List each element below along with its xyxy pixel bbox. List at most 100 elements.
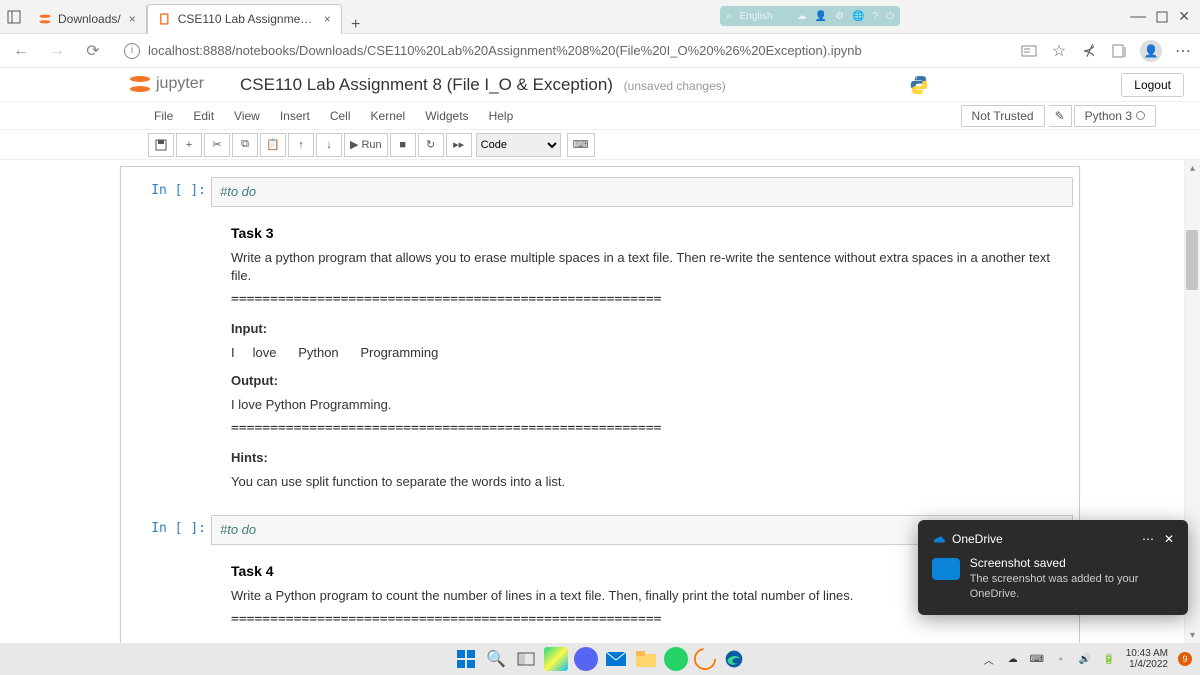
prompt: In [ ]: bbox=[121, 177, 211, 207]
favorite-icon[interactable]: ☆ bbox=[1050, 42, 1068, 60]
kernel-status-icon bbox=[1136, 111, 1145, 120]
app-explorer[interactable] bbox=[634, 647, 658, 671]
toast-menu-icon[interactable]: ⋯ bbox=[1142, 532, 1156, 546]
onedrive-icon bbox=[932, 532, 946, 546]
reader-icon[interactable] bbox=[1020, 42, 1038, 60]
jupyter-favicon bbox=[38, 12, 52, 26]
toast-app-name: OneDrive bbox=[952, 532, 1003, 546]
run-button[interactable]: ▶ Run bbox=[344, 133, 388, 157]
menu-icon[interactable]: ⋯ bbox=[1174, 42, 1192, 60]
close-icon[interactable]: × bbox=[324, 12, 331, 26]
chevron-up-icon[interactable]: ︿ bbox=[982, 652, 996, 666]
menu-file[interactable]: File bbox=[144, 109, 183, 123]
logout-button[interactable]: Logout bbox=[1121, 73, 1184, 97]
trust-button[interactable]: Not Trusted bbox=[961, 105, 1045, 127]
site-info-icon[interactable]: i bbox=[124, 43, 140, 59]
collections-icon[interactable] bbox=[1110, 42, 1128, 60]
app-spotify[interactable] bbox=[694, 648, 716, 670]
markdown-cell[interactable]: Task 3 Write a python program that allow… bbox=[121, 211, 1079, 511]
translate-label: English bbox=[740, 11, 773, 22]
globe-icon: 🌐 bbox=[852, 11, 864, 22]
copy-button[interactable]: ⧉ bbox=[232, 133, 258, 157]
move-down-button[interactable]: ↓ bbox=[316, 133, 342, 157]
save-button[interactable] bbox=[148, 133, 174, 157]
cut-button[interactable]: ✂ bbox=[204, 133, 230, 157]
notebook-title[interactable]: CSE110 Lab Assignment 8 (File I_O & Exce… bbox=[240, 75, 613, 94]
menu-help[interactable]: Help bbox=[479, 109, 524, 123]
move-up-button[interactable]: ↑ bbox=[288, 133, 314, 157]
toast-title: Screenshot saved bbox=[970, 556, 1174, 570]
tab-strip: Downloads/ × CSE110 Lab Assignment 8 (Fi… bbox=[28, 0, 1120, 34]
add-cell-button[interactable]: + bbox=[176, 133, 202, 157]
menu-edit[interactable]: Edit bbox=[183, 109, 224, 123]
prompt: In [ ]: bbox=[121, 515, 211, 545]
scroll-thumb[interactable] bbox=[1186, 230, 1198, 290]
app-pycharm[interactable] bbox=[544, 647, 568, 671]
favorites-bar-icon[interactable]: ⊀ bbox=[1080, 42, 1098, 60]
start-button[interactable] bbox=[454, 647, 478, 671]
python-icon bbox=[908, 74, 930, 96]
volume-icon[interactable]: 🔊 bbox=[1078, 652, 1092, 666]
jupyter-logo[interactable]: jupyter bbox=[130, 74, 204, 94]
close-window-icon[interactable]: ✕ bbox=[1178, 8, 1190, 25]
app-edge[interactable] bbox=[722, 647, 746, 671]
task-heading: Task 3 bbox=[231, 225, 1063, 241]
notebook-favicon bbox=[158, 12, 172, 26]
run-all-button[interactable]: ▸▸ bbox=[446, 133, 472, 157]
search-button[interactable]: 🔍 bbox=[484, 647, 508, 671]
scroll-up-icon[interactable]: ▴ bbox=[1185, 160, 1200, 176]
unsaved-indicator: (unsaved changes) bbox=[624, 79, 726, 93]
translate-bar[interactable]: ⌕ English ☁ 👤 ⚙ 🌐 ? ⏻ bbox=[720, 6, 900, 26]
clock[interactable]: 10:43 AM 1/4/2022 bbox=[1126, 648, 1168, 670]
translate-icon: ⌕ bbox=[726, 11, 732, 22]
toast-close-icon[interactable]: ✕ bbox=[1164, 532, 1174, 546]
task-view-button[interactable] bbox=[514, 647, 538, 671]
cell-type-select[interactable]: Code bbox=[476, 133, 561, 157]
output-label: Output: bbox=[231, 372, 1063, 390]
onedrive-tray-icon[interactable]: ☁ bbox=[1006, 652, 1020, 666]
menu-insert[interactable]: Insert bbox=[270, 109, 320, 123]
cloud-icon: ☁ bbox=[797, 11, 807, 22]
profile-avatar[interactable]: 👤 bbox=[1140, 40, 1162, 62]
code-input[interactable]: #to do bbox=[211, 177, 1073, 207]
task-hint: You can use split function to separate t… bbox=[231, 473, 1063, 491]
wifi-icon[interactable]: ◦ bbox=[1054, 652, 1068, 666]
minimize-icon[interactable]: — bbox=[1130, 8, 1146, 26]
app-discord[interactable] bbox=[574, 647, 598, 671]
keyboard-tray-icon[interactable]: ⌨ bbox=[1030, 652, 1044, 666]
kernel-indicator[interactable]: Python 3 bbox=[1074, 105, 1156, 127]
tab-notebook[interactable]: CSE110 Lab Assignment 8 (File I_ × bbox=[147, 4, 342, 34]
new-tab-button[interactable]: + bbox=[342, 16, 370, 34]
edit-trust-icon[interactable]: ✎ bbox=[1049, 105, 1072, 127]
tab-downloads[interactable]: Downloads/ × bbox=[28, 4, 147, 34]
jupyter-brand: jupyter bbox=[156, 75, 204, 93]
restart-button[interactable]: ↻ bbox=[418, 133, 444, 157]
command-palette-button[interactable]: ⌨ bbox=[567, 133, 595, 157]
notification-badge[interactable]: 9 bbox=[1178, 652, 1192, 666]
address-bar[interactable]: i localhost:8888/notebooks/Downloads/CSE… bbox=[116, 43, 1010, 59]
menu-cell[interactable]: Cell bbox=[320, 109, 361, 123]
taskbar: 🔍 ︿ ☁ ⌨ ◦ 🔊 🔋 10:43 AM 1/4/2022 9 bbox=[0, 643, 1200, 675]
menu-widgets[interactable]: Widgets bbox=[415, 109, 478, 123]
task-input: I love Python Programming bbox=[231, 344, 1063, 362]
clock-date: 1/4/2022 bbox=[1126, 659, 1168, 670]
menu-kernel[interactable]: Kernel bbox=[361, 109, 416, 123]
paste-button[interactable]: 📋 bbox=[260, 133, 286, 157]
panel-toggle-icon[interactable] bbox=[0, 3, 28, 31]
back-button[interactable]: ← bbox=[8, 38, 34, 64]
menu-view[interactable]: View bbox=[224, 109, 270, 123]
refresh-button[interactable]: ⟳ bbox=[80, 38, 106, 64]
task-output: I love Python Programming. bbox=[231, 396, 1063, 414]
power-icon: ⏻ bbox=[886, 11, 894, 22]
battery-icon[interactable]: 🔋 bbox=[1102, 652, 1116, 666]
scroll-down-icon[interactable]: ▾ bbox=[1185, 627, 1200, 643]
gear-icon: ⚙ bbox=[835, 11, 844, 22]
maximize-icon[interactable] bbox=[1156, 11, 1168, 23]
stop-button[interactable]: ■ bbox=[390, 133, 416, 157]
app-whatsapp[interactable] bbox=[664, 647, 688, 671]
close-icon[interactable]: × bbox=[129, 12, 136, 26]
app-mail[interactable] bbox=[604, 647, 628, 671]
forward-button[interactable]: → bbox=[44, 38, 70, 64]
code-cell[interactable]: In [ ]: #to do bbox=[121, 173, 1079, 211]
help-icon: ? bbox=[873, 11, 879, 22]
